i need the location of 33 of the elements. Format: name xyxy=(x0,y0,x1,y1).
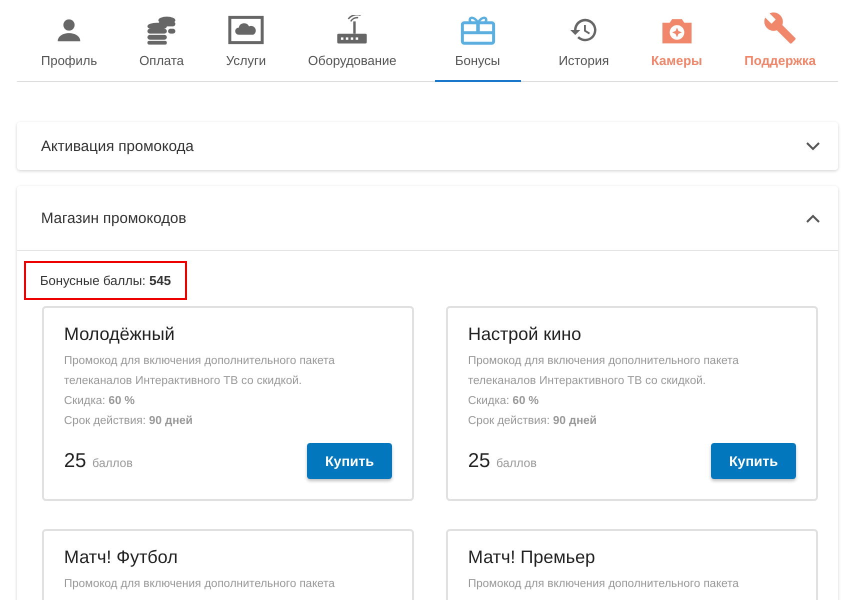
price-unit: баллов xyxy=(496,456,537,470)
nav-tab[interactable]: История xyxy=(554,0,613,82)
wrench-icon xyxy=(763,11,798,45)
card-title: Молодёжный xyxy=(64,324,176,345)
buy-button[interactable]: Купить xyxy=(711,443,796,479)
chevron-icon xyxy=(806,142,820,150)
nav-tab[interactable]: Бонусы xyxy=(434,0,521,82)
accordion-header[interactable]: Магазин промокодов xyxy=(17,186,838,251)
router-icon xyxy=(336,15,368,45)
bonus-balance: Бонусные баллы: 545 xyxy=(24,261,187,300)
card-description: Промокод для включения дополнительного пакета xyxy=(64,577,336,592)
price: 25 xyxy=(468,450,490,472)
card-title: Настрой кино xyxy=(468,324,582,345)
price-unit: баллов xyxy=(92,456,133,470)
cloud-screen-icon xyxy=(228,15,264,45)
card-description: Промокод для включения дополнительного пакета xyxy=(468,577,740,592)
card-detail: Скидка: 60 % xyxy=(64,394,136,409)
buy-button[interactable]: Купить xyxy=(307,443,392,479)
card-detail: Скидка: 60 % xyxy=(468,394,540,409)
nav-tab[interactable]: Профиль xyxy=(37,0,102,82)
card-description: Промокод для включения дополнительного пакета телеканалов Интерактивного ТВ со скидкой. xyxy=(64,354,336,389)
gift-card-icon xyxy=(460,15,496,45)
card-detail: Срок действия: 90 дней xyxy=(468,414,598,429)
price: 25 xyxy=(64,450,86,472)
nav-tab[interactable]: Оплата xyxy=(135,0,188,82)
card-title: Матч! Футбол xyxy=(64,547,179,568)
card-detail: Срок действия: 90 дней xyxy=(64,414,194,429)
chevron-icon xyxy=(806,214,820,222)
nav-tab[interactable]: Услуги xyxy=(222,0,270,82)
accordion-header[interactable]: Активация промокода xyxy=(17,122,838,170)
card-description: Промокод для включения дополнительного пакета телеканалов Интерактивного ТВ со скидкой. xyxy=(468,354,740,389)
card-title: Матч! Премьер xyxy=(468,547,596,568)
nav-tab[interactable]: Оборудование xyxy=(304,0,400,82)
